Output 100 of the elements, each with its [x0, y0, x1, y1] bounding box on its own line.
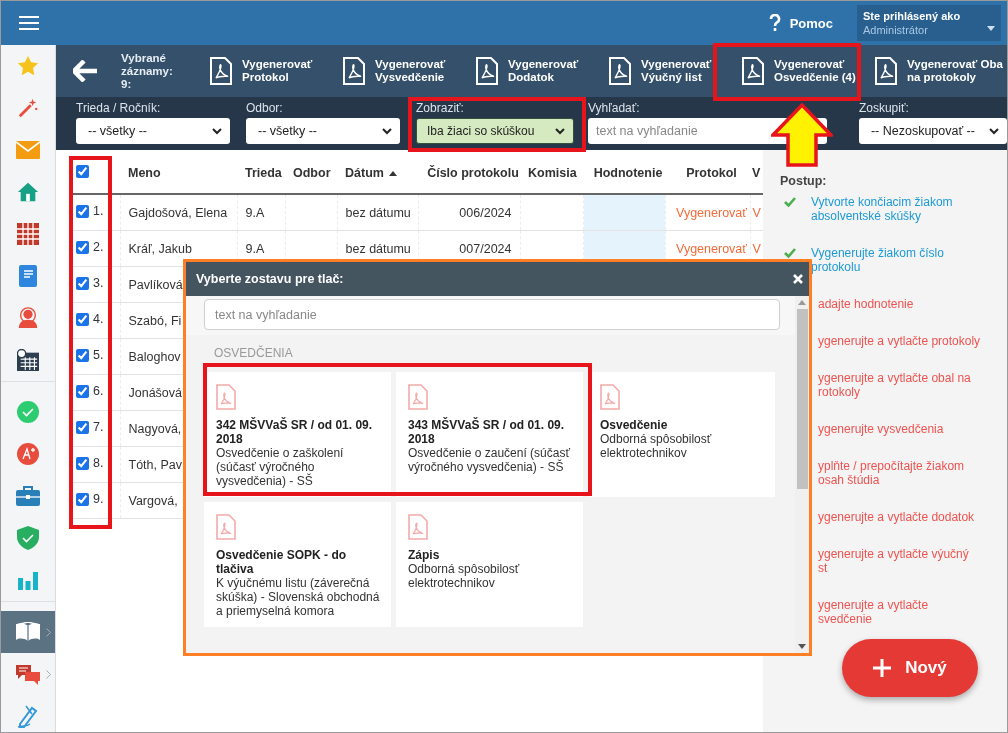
report-card[interactable]: Osvedčenie SOPK - do tlačiva K výučnému listu (záverečná skúška) - Slovenská obchodná a priemyselná komora: [204, 502, 391, 627]
filter-select[interactable]: -- všetky --: [76, 118, 230, 144]
scroll-up-icon[interactable]: [798, 300, 806, 305]
row-checkbox[interactable]: [76, 312, 89, 326]
generate-button[interactable]: Vygenerovať Vysvedčenie: [342, 57, 475, 85]
table-cell: bez dátumu: [345, 241, 411, 256]
table-cell: 007/2024: [459, 241, 512, 256]
row-number: 8.: [93, 456, 104, 471]
filter-select[interactable]: -- všetky --: [246, 118, 401, 144]
column-header[interactable]: Protokol: [686, 166, 737, 180]
pdf-file-icon: [408, 514, 428, 540]
question-mark-icon: [768, 14, 781, 32]
pdf-file-icon: [608, 57, 632, 85]
filter-label: Trieda / Ročník:: [76, 101, 162, 115]
open-book-icon: [15, 622, 41, 642]
chevron-down-icon: [555, 127, 565, 135]
envelope-icon: [16, 141, 40, 159]
table-cell: Gajdošová, Elena: [128, 205, 228, 220]
generate-button[interactable]: Vygenerovať Protokol: [209, 57, 342, 85]
new-button[interactable]: Nový: [842, 639, 978, 697]
row-checkbox[interactable]: [76, 420, 89, 434]
notebook-icon: [19, 265, 37, 287]
house-icon: [17, 181, 39, 203]
grade-badge-icon: [16, 442, 40, 466]
procedure-title: Postup:: [780, 174, 828, 188]
table-cell: Szabó, Fi: [128, 313, 182, 328]
filter-label: Vyhľadať:: [588, 101, 641, 115]
pdf-file-icon: [216, 514, 236, 540]
generate-button[interactable]: Vygenerovať Dodatok: [475, 57, 608, 85]
table-cell: 9.A: [245, 205, 265, 220]
row-checkbox[interactable]: [76, 240, 89, 254]
table-cell: 9.A: [245, 241, 265, 256]
row-checkbox[interactable]: [76, 456, 89, 470]
column-header[interactable]: V: [752, 166, 761, 180]
sidebar-item[interactable]: [1, 611, 55, 653]
sort-ascending-icon: [388, 170, 397, 176]
column-header[interactable]: Komisia: [528, 166, 577, 180]
table-cell: Vargová,: [128, 493, 178, 508]
chevron-right-icon: [46, 670, 51, 679]
scroll-down-icon[interactable]: [798, 644, 806, 649]
shield-check-icon: [17, 526, 39, 550]
filter-select[interactable]: Iba žiaci so skúškou: [416, 118, 574, 144]
row-number: 5.: [93, 348, 104, 363]
filter-select[interactable]: -- Nezoskupovať --: [858, 118, 1007, 144]
user-menu[interactable]: Ste prihlásený ako Administrátor: [857, 5, 1001, 41]
user-icon: [17, 307, 39, 329]
table-cell: Kráľ, Jakub: [128, 241, 192, 256]
generate-button[interactable]: Vygenerovať Osvedčenie (4): [741, 57, 874, 85]
table-cell: Tóth, Pav: [128, 457, 182, 472]
close-icon[interactable]: [793, 274, 803, 284]
chevron-down-icon: [382, 127, 393, 135]
pdf-file-icon: [408, 384, 428, 410]
table-cell: Nagyová,: [128, 421, 182, 436]
table-cell: Baloghov: [128, 349, 181, 364]
caret-icon: [987, 26, 995, 31]
pen-icon: [16, 704, 40, 728]
filter-label: Zobraziť:: [416, 101, 465, 115]
pdf-file-icon: [874, 57, 898, 85]
pdf-file-icon: [600, 384, 620, 410]
select-all-checkbox[interactable]: [76, 165, 89, 178]
column-header[interactable]: Číslo protokolu: [427, 166, 519, 180]
chevron-right-icon: [46, 628, 51, 637]
star-icon: [17, 55, 39, 77]
pdf-file-icon: [475, 57, 499, 85]
generate-button[interactable]: Vygenerovať Výučný list: [608, 57, 741, 85]
filter-label: Odbor:: [246, 101, 284, 115]
generate-button[interactable]: Vygenerovať Oba na protokoly: [874, 57, 1003, 85]
row-checkbox[interactable]: [76, 276, 89, 290]
row-number: 3.: [93, 276, 104, 291]
row-checkbox[interactable]: [76, 348, 89, 362]
table-cell: Pavlíková: [128, 277, 183, 292]
row-checkbox[interactable]: [76, 384, 89, 398]
pdf-file-icon: [209, 57, 233, 85]
column-header[interactable]: Hodnotenie: [593, 166, 663, 180]
row-number: 6.: [93, 384, 104, 399]
table-cell: Jonášová: [128, 385, 182, 400]
row-number: 1.: [93, 204, 104, 219]
chat-bubbles-icon: [15, 663, 41, 685]
magic-wand-icon: [17, 97, 39, 119]
column-header[interactable]: Odbor: [293, 166, 331, 180]
filter-label: Zoskupiť:: [858, 101, 910, 115]
column-header[interactable]: Dátum: [345, 166, 397, 180]
chevron-down-icon: [989, 127, 999, 135]
report-card[interactable]: 342 MŠVVaŠ SR / od 01. 09. 2018 Osvedčenie o zaškolení (súčasť výročného vysvedčenia) - SŠ: [204, 372, 391, 497]
table-cell: bez dátumu: [345, 205, 411, 220]
report-card[interactable]: Osvedčenie Odborná spôsobilosť elektrotechnikov: [588, 372, 775, 497]
column-header[interactable]: Trieda: [245, 166, 282, 180]
help-link[interactable]: Pomoc: [768, 14, 833, 32]
up-arrow-icon: [771, 103, 833, 167]
column-header[interactable]: Meno: [128, 166, 161, 180]
selection-count: Vybrané záznamy: 9:: [121, 51, 174, 91]
calendar-icon: [17, 349, 39, 371]
row-checkbox[interactable]: [76, 204, 89, 218]
check-badge-icon: [16, 400, 40, 424]
section-heading: OSVEDČENIA: [214, 346, 294, 360]
report-card[interactable]: 343 MŠVVaŠ SR / od 01. 09. 2018 Osvedčenie o zaučení (súčasť výročného vysvedčenia) - SŠ: [396, 372, 583, 497]
row-checkbox[interactable]: [76, 492, 89, 506]
rating-cell[interactable]: [583, 194, 665, 231]
report-card[interactable]: Zápis Odborná spôsobilosť elektrotechnikov: [396, 502, 583, 627]
search-field[interactable]: text na vyhľadanie: [204, 299, 780, 330]
